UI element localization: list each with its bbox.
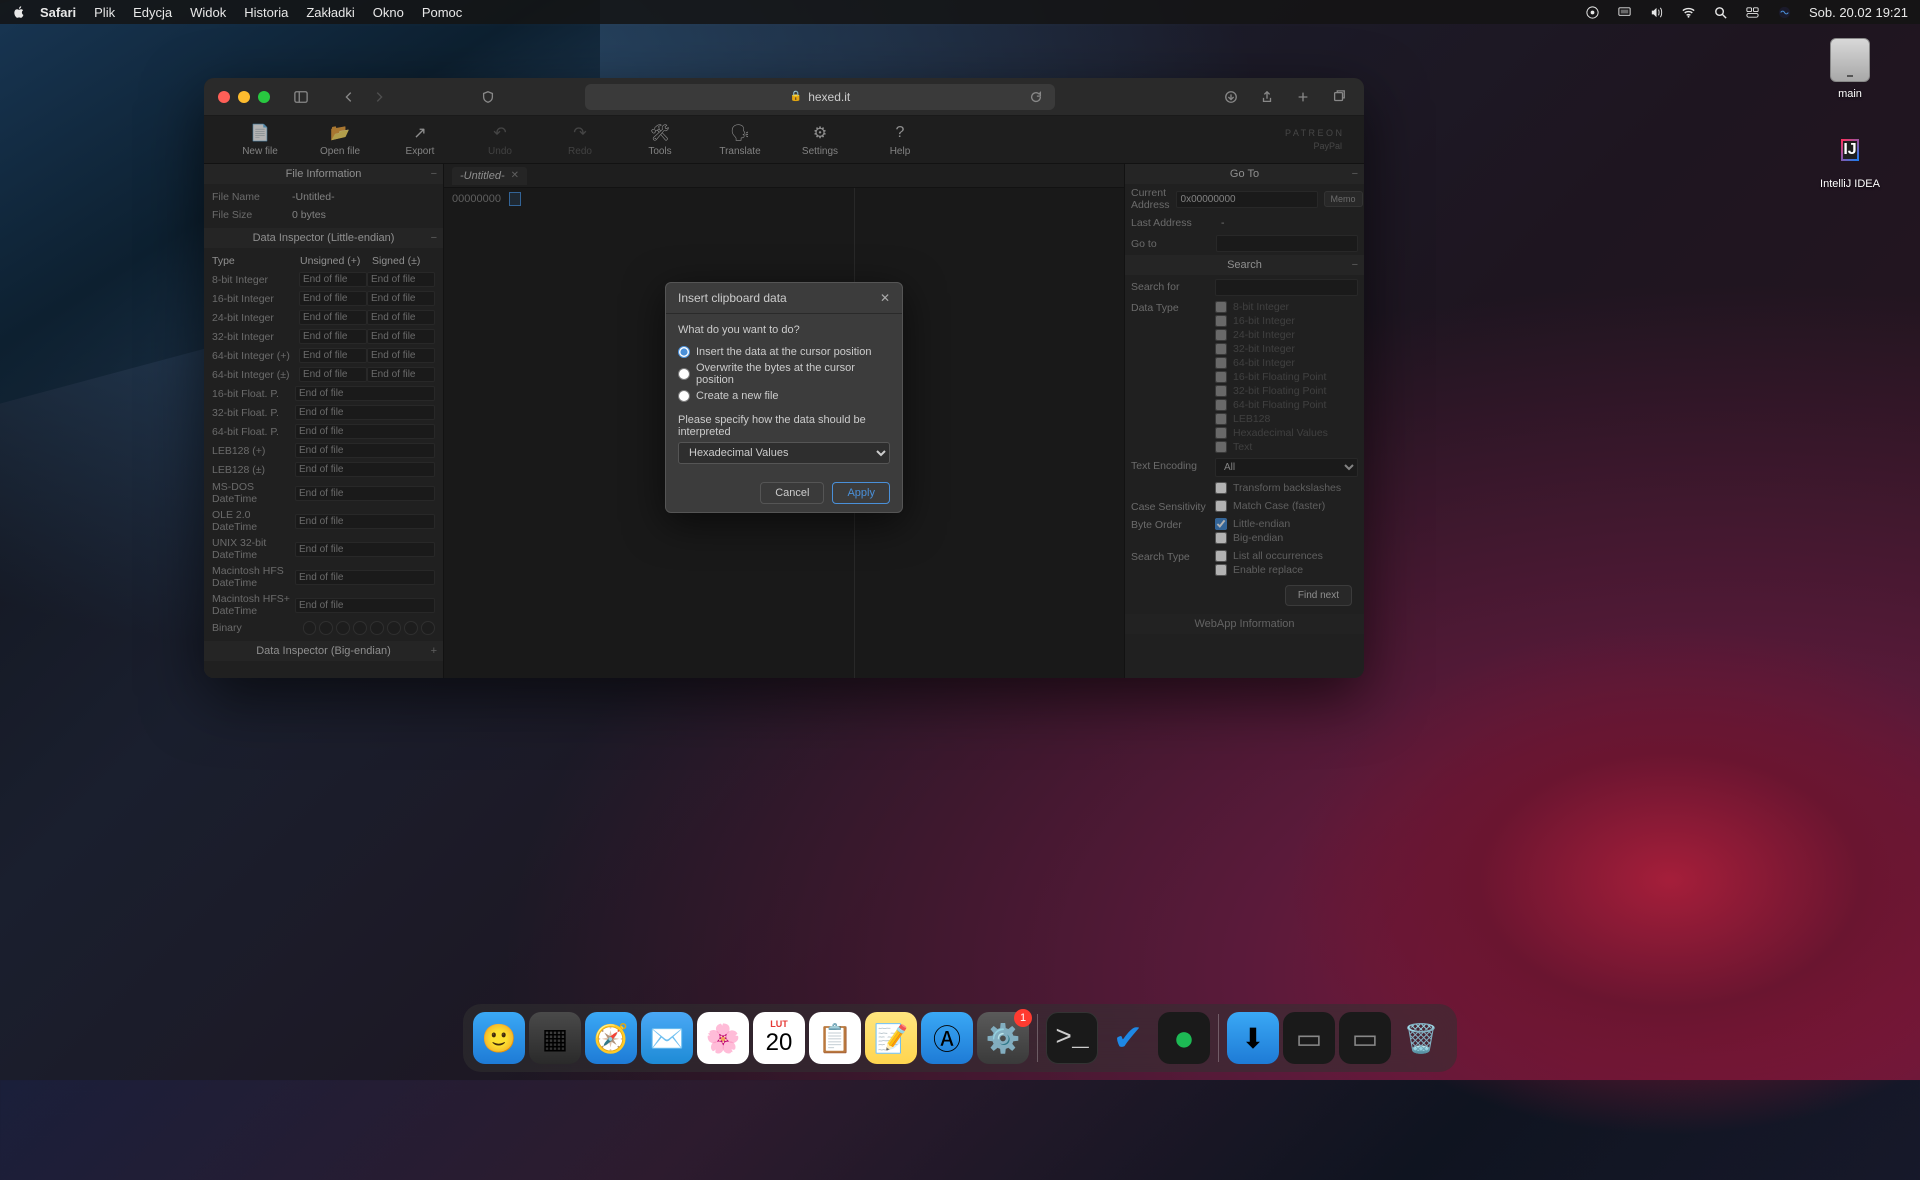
dock-spotify[interactable]: ● [1158, 1012, 1210, 1064]
sidebar-toggle-icon[interactable] [290, 86, 312, 108]
control-center-icon[interactable] [1745, 4, 1761, 20]
back-button[interactable] [338, 86, 360, 108]
desktop-icon-label: IntelliJ IDEA [1810, 178, 1890, 190]
share-icon[interactable] [1256, 86, 1278, 108]
menu-edit[interactable]: Edycja [133, 5, 172, 20]
siri-icon[interactable] [1777, 4, 1793, 20]
shield-icon[interactable] [477, 86, 499, 108]
menu-bookmarks[interactable]: Zakładki [306, 5, 354, 20]
modal-opt-overwrite[interactable]: Overwrite the bytes at the cursor positi… [678, 360, 890, 388]
dock-downloads[interactable]: ⬇ [1227, 1012, 1279, 1064]
dock-terminal[interactable]: >_ [1046, 1012, 1098, 1064]
window-close-button[interactable] [218, 91, 230, 103]
desktop-icon-intellij[interactable]: IJ IntelliJ IDEA [1810, 126, 1890, 190]
dock-appstore[interactable]: Ⓐ [921, 1012, 973, 1064]
modal-subtext: Please specify how the data should be in… [678, 414, 890, 438]
dock-photos[interactable]: 🌸 [697, 1012, 749, 1064]
app-name-menu[interactable]: Safari [40, 5, 76, 20]
forward-button[interactable] [368, 86, 390, 108]
dock-app-1[interactable]: ▭ [1283, 1012, 1335, 1064]
menu-view[interactable]: Widok [190, 5, 226, 20]
dock-safari[interactable]: 🧭 [585, 1012, 637, 1064]
modal-opt-newfile[interactable]: Create a new file [678, 388, 890, 404]
dock-reminders[interactable]: 📋 [809, 1012, 861, 1064]
menu-history[interactable]: Historia [244, 5, 288, 20]
display-icon[interactable] [1617, 4, 1633, 20]
dock-mail[interactable]: ✉️ [641, 1012, 693, 1064]
dock-launchpad[interactable]: ▦ [529, 1012, 581, 1064]
downloads-icon[interactable] [1220, 86, 1242, 108]
modal-question: What do you want to do? [678, 324, 890, 336]
dock-finder[interactable]: 🙂 [473, 1012, 525, 1064]
apply-button[interactable]: Apply [832, 482, 890, 504]
desktop-icon-label: main [1810, 88, 1890, 100]
new-tab-icon[interactable] [1292, 86, 1314, 108]
hdd-icon [1830, 38, 1870, 82]
intellij-icon: IJ [1841, 139, 1858, 161]
modal-interpret-select[interactable]: Hexadecimal Values [678, 442, 890, 464]
menu-file[interactable]: Plik [94, 5, 115, 20]
modal-overlay: Insert clipboard data ✕ What do you want … [204, 116, 1364, 678]
tab-overview-icon[interactable] [1328, 86, 1350, 108]
dock-notes[interactable]: 📝 [865, 1012, 917, 1064]
address-text: hexed.it [808, 90, 850, 104]
desktop-icon-main-hdd[interactable]: main [1810, 36, 1890, 100]
modal-close-button[interactable]: ✕ [880, 291, 890, 305]
wifi-icon[interactable] [1681, 4, 1697, 20]
dock: 🙂 ▦ 🧭 ✉️ 🌸 LUT20 📋 📝 Ⓐ ⚙️1 >_ ✔ ● ⬇ ▭ ▭ … [463, 1004, 1457, 1072]
dock-settings[interactable]: ⚙️1 [977, 1012, 1029, 1064]
dock-trash[interactable]: 🗑️ [1395, 1012, 1447, 1064]
dock-things[interactable]: ✔ [1102, 1012, 1154, 1064]
address-bar[interactable]: 🔒 hexed.it [585, 84, 1055, 110]
cancel-button[interactable]: Cancel [760, 482, 824, 504]
screen-record-icon[interactable] [1585, 4, 1601, 20]
menu-window[interactable]: Okno [373, 5, 404, 20]
safari-titlebar: 🔒 hexed.it [204, 78, 1364, 116]
badge: 1 [1014, 1009, 1032, 1027]
spotlight-icon[interactable] [1713, 4, 1729, 20]
dock-app-2[interactable]: ▭ [1339, 1012, 1391, 1064]
modal-opt-insert[interactable]: Insert the data at the cursor position [678, 344, 890, 360]
lock-icon: 🔒 [790, 91, 802, 102]
volume-icon[interactable] [1649, 4, 1665, 20]
window-zoom-button[interactable] [258, 91, 270, 103]
safari-window: 🔒 hexed.it 📄New file 📂Open file ↗Export … [204, 78, 1364, 678]
apple-menu[interactable] [12, 5, 26, 19]
macos-menubar: Safari Plik Edycja Widok Historia Zakład… [0, 0, 1920, 24]
window-minimize-button[interactable] [238, 91, 250, 103]
menu-help[interactable]: Pomoc [422, 5, 462, 20]
dock-calendar[interactable]: LUT20 [753, 1012, 805, 1064]
insert-clipboard-dialog: Insert clipboard data ✕ What do you want … [665, 282, 903, 513]
reload-icon[interactable] [1025, 86, 1047, 108]
modal-title: Insert clipboard data [678, 291, 787, 305]
clock[interactable]: Sob. 20.02 19:21 [1809, 5, 1908, 20]
